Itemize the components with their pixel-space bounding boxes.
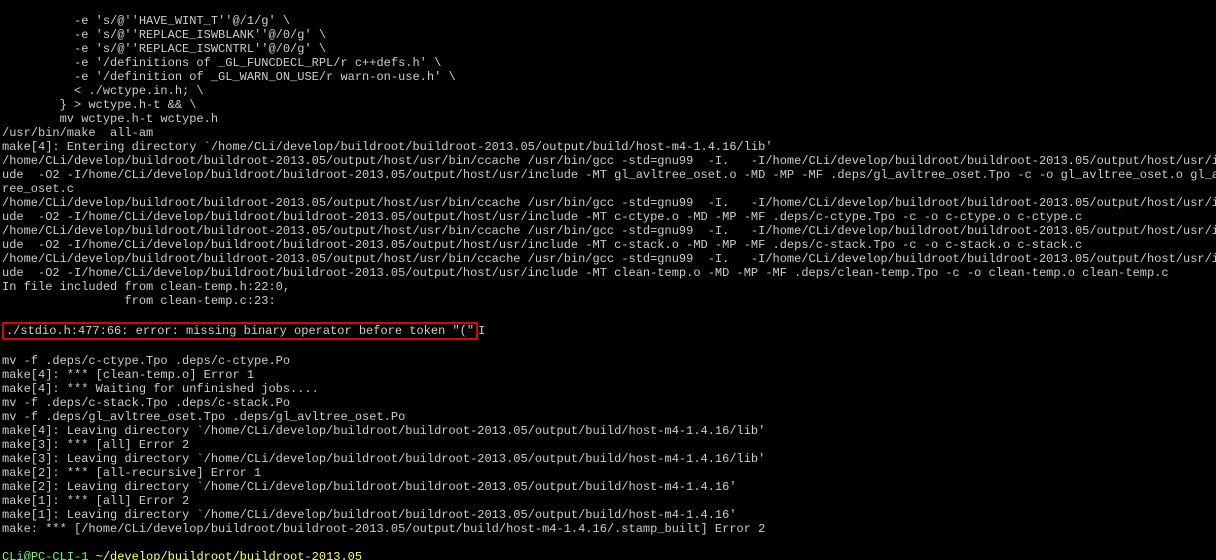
terminal-output[interactable]: -e 's/@''HAVE_WINT_T''@/1/g' \ -e 's/@''… xyxy=(0,0,1216,560)
terminal-line: -e 's/@''HAVE_WINT_T''@/1/g' \ xyxy=(2,14,1214,28)
terminal-line: make[4]: *** [clean-temp.o] Error 1 xyxy=(2,368,1214,382)
terminal-line: ude -O2 -I/home/CLi/develop/buildroot/bu… xyxy=(2,210,1214,224)
terminal-line: /usr/bin/make all-am xyxy=(2,126,1214,140)
prompt-host: PC-CLI-1 xyxy=(31,550,89,560)
terminal-line: mv -f .deps/c-ctype.Tpo .deps/c-ctype.Po xyxy=(2,354,1214,368)
terminal-line: make[3]: *** [all] Error 2 xyxy=(2,438,1214,452)
terminal-line: mv wctype.h-t wctype.h xyxy=(2,112,1214,126)
terminal-line: make[2]: *** [all-recursive] Error 1 xyxy=(2,466,1214,480)
terminal-line: make[2]: Leaving directory `/home/CLi/de… xyxy=(2,480,1214,494)
terminal-line: -e '/definitions of _GL_FUNCDECL_RPL/r c… xyxy=(2,56,1214,70)
terminal-line: make: *** [/home/CLi/develop/buildroot/b… xyxy=(2,522,1214,536)
terminal-line: -e 's/@''REPLACE_ISWCNTRL''@/0/g' \ xyxy=(2,42,1214,56)
prompt-path: /develop/buildroot/buildroot-2013.05 xyxy=(103,550,362,560)
shell-prompt[interactable]: CLi@PC-CLI-1 ~/develop/buildroot/buildro… xyxy=(2,550,1214,560)
terminal-line: /home/CLi/develop/buildroot/buildroot-20… xyxy=(2,224,1214,238)
error-highlight: ./stdio.h:477:66: error: missing binary … xyxy=(2,322,478,340)
terminal-line: make[1]: *** [all] Error 2 xyxy=(2,494,1214,508)
prompt-sep xyxy=(88,550,95,560)
terminal-line: mv -f .deps/c-stack.Tpo .deps/c-stack.Po xyxy=(2,396,1214,410)
terminal-line: mv -f .deps/gl_avltree_oset.Tpo .deps/gl… xyxy=(2,410,1214,424)
terminal-line: make[4]: Leaving directory `/home/CLi/de… xyxy=(2,424,1214,438)
prompt-at: @ xyxy=(24,550,31,560)
terminal-line: make[4]: *** Waiting for unfinished jobs… xyxy=(2,382,1214,396)
terminal-line: -e '/definition of _GL_WARN_ON_USE/r war… xyxy=(2,70,1214,84)
terminal-line: make[4]: Entering directory `/home/CLi/d… xyxy=(2,140,1214,154)
error-line: ./stdio.h:477:66: error: missing binary … xyxy=(2,322,1214,340)
prompt-user: CLi xyxy=(2,550,24,560)
terminal-line: ree_oset.c xyxy=(2,182,1214,196)
terminal-line: } > wctype.h-t && \ xyxy=(2,98,1214,112)
prompt-tilde: ~ xyxy=(96,550,103,560)
terminal-line: make[3]: Leaving directory `/home/CLi/de… xyxy=(2,452,1214,466)
terminal-line: /home/CLi/develop/buildroot/buildroot-20… xyxy=(2,196,1214,210)
terminal-line: ude -O2 -I/home/CLi/develop/buildroot/bu… xyxy=(2,266,1214,280)
terminal-line: ude -O2 -I/home/CLi/develop/buildroot/bu… xyxy=(2,238,1214,252)
terminal-line: from clean-temp.c:23: xyxy=(2,294,1214,308)
terminal-line: In file included from clean-temp.h:22:0, xyxy=(2,280,1214,294)
terminal-line: -e 's/@''REPLACE_ISWBLANK''@/0/g' \ xyxy=(2,28,1214,42)
cursor-beam-icon: I xyxy=(478,324,485,338)
terminal-line: /home/CLi/develop/buildroot/buildroot-20… xyxy=(2,252,1214,266)
terminal-line: < ./wctype.in.h; \ xyxy=(2,84,1214,98)
terminal-line: /home/CLi/develop/buildroot/buildroot-20… xyxy=(2,154,1214,168)
terminal-line: make[1]: Leaving directory `/home/CLi/de… xyxy=(2,508,1214,522)
terminal-line: ude -O2 -I/home/CLi/develop/buildroot/bu… xyxy=(2,168,1214,182)
